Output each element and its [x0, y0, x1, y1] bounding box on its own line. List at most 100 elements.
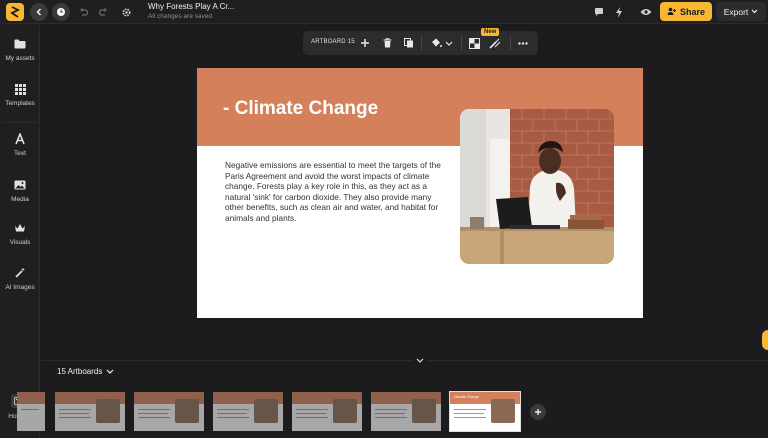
- artboard-thumbnail[interactable]: [213, 392, 283, 431]
- thumb-band: [292, 392, 362, 404]
- thumb-line: [296, 413, 326, 414]
- sidebar-item-label: My assets: [0, 55, 40, 62]
- history-button[interactable]: [52, 3, 70, 21]
- slide-title[interactable]: - Climate Change: [223, 98, 378, 120]
- thumb-photo: [254, 399, 278, 423]
- photo-man-at-laptop: [460, 109, 614, 264]
- sidebar-item-text[interactable]: Text: [0, 132, 40, 157]
- thumb-line: [454, 417, 486, 418]
- thumb-photo: [333, 399, 357, 423]
- delete-trash-icon[interactable]: [380, 36, 394, 50]
- artboards-dropdown[interactable]: 15 Artboards: [57, 367, 114, 376]
- share-label: Share: [680, 7, 705, 17]
- folder-icon: [13, 37, 27, 51]
- artboard-slide[interactable]: - Climate Change Negative emissions are …: [197, 68, 643, 318]
- new-badge: New: [481, 28, 499, 36]
- sidebar-item-my-assets[interactable]: My assets: [0, 37, 40, 62]
- add-artboard-button[interactable]: [530, 404, 546, 420]
- thumb-line: [454, 409, 486, 410]
- thumb-line: [296, 417, 328, 418]
- thumb-line: [138, 417, 170, 418]
- back-button[interactable]: [30, 3, 48, 21]
- save-status: All changes are saved.: [148, 13, 214, 20]
- thumb-title: Climate Change: [454, 395, 479, 399]
- artboard-thumbnail[interactable]: [55, 392, 125, 431]
- chevron-down-icon[interactable]: [442, 36, 456, 50]
- thumb-line: [59, 413, 89, 414]
- sidebar-item-visuals[interactable]: Visuals: [0, 221, 40, 246]
- thumb-photo: [96, 399, 120, 423]
- share-button[interactable]: Share: [660, 2, 712, 21]
- slide-photo[interactable]: [460, 109, 614, 264]
- artboard-thumbnail[interactable]: [17, 392, 45, 431]
- artboard-toolbar: ARTBOARD 15: [303, 31, 538, 55]
- artboard-thumbnail[interactable]: [292, 392, 362, 431]
- slide-body-text[interactable]: Negative emissions are essential to meet…: [225, 160, 447, 223]
- thumb-line: [217, 417, 249, 418]
- redo-icon[interactable]: [95, 3, 113, 21]
- grid-icon: [13, 82, 27, 96]
- sidebar-item-label: Visuals: [0, 239, 40, 246]
- chevron-down-icon: [106, 369, 114, 374]
- sidebar-item-templates[interactable]: Templates: [0, 82, 40, 107]
- duplicate-icon[interactable]: [402, 36, 416, 50]
- left-sidebar: My assets Templates Text Media Visuals A…: [0, 25, 40, 438]
- thumb-line: [375, 409, 407, 410]
- thumb-photo: [412, 399, 436, 423]
- transparency-icon[interactable]: [467, 36, 481, 50]
- thumb-band: [371, 392, 441, 404]
- preview-eye-icon[interactable]: [637, 3, 655, 21]
- thumb-line: [138, 409, 170, 410]
- sidebar-item-label: Templates: [0, 100, 40, 107]
- thumb-band: [134, 392, 204, 404]
- thumb-line: [217, 409, 249, 410]
- thumb-photo: [175, 399, 199, 423]
- lightning-icon[interactable]: [610, 3, 628, 21]
- sidebar-divider: [2, 122, 38, 123]
- artboards-bar: 15 Artboards: [41, 360, 768, 382]
- export-label: Export: [724, 7, 749, 17]
- more-options-icon[interactable]: [516, 36, 530, 50]
- side-panel-toggle[interactable]: [762, 330, 768, 350]
- thumb-line: [454, 413, 484, 414]
- thumb-band: [55, 392, 125, 404]
- thumb-line: [375, 417, 407, 418]
- image-icon: [13, 178, 27, 192]
- toolbar-divider: [461, 36, 462, 50]
- thumb-line: [21, 409, 39, 410]
- sidebar-item-label: Media: [0, 196, 40, 203]
- thumb-line: [375, 413, 405, 414]
- document-title[interactable]: Why Forests Play A Cr...: [148, 2, 234, 11]
- thumb-band: [213, 392, 283, 404]
- thumb-photo: [491, 399, 515, 423]
- text-icon: [13, 132, 27, 146]
- thumb-line: [217, 413, 247, 414]
- sidebar-item-media[interactable]: Media: [0, 178, 40, 203]
- undo-icon[interactable]: [74, 3, 92, 21]
- settings-gear-icon[interactable]: [117, 3, 135, 21]
- sidebar-item-label: AI Images: [0, 284, 40, 291]
- artboard-thumbnail[interactable]: [371, 392, 441, 431]
- artboards-count-label: 15 Artboards: [57, 367, 102, 376]
- add-icon[interactable]: [358, 36, 372, 50]
- thumb-line: [59, 409, 91, 410]
- crown-icon: [13, 221, 27, 235]
- chevron-down-icon: [751, 9, 758, 14]
- artboard-name-label[interactable]: ARTBOARD 15: [311, 39, 355, 45]
- sidebar-item-label: Text: [0, 150, 40, 157]
- add-user-icon: [667, 7, 676, 16]
- fill-bucket-icon[interactable]: [429, 36, 443, 50]
- magic-resize-icon[interactable]: [488, 36, 502, 50]
- artboard-thumbnail-active[interactable]: Climate Change: [450, 392, 520, 431]
- magic-wand-icon: [13, 266, 27, 280]
- export-button[interactable]: Export: [716, 2, 766, 21]
- thumb-line: [59, 417, 91, 418]
- top-bar: Why Forests Play A Cr... All changes are…: [0, 0, 768, 24]
- sidebar-item-ai-images[interactable]: AI Images: [0, 266, 40, 291]
- toolbar-divider: [510, 36, 511, 50]
- collapse-chevron-icon[interactable]: [412, 355, 428, 365]
- app-logo[interactable]: [6, 3, 24, 21]
- thumb-band: [17, 392, 45, 404]
- comment-icon[interactable]: [590, 3, 608, 21]
- artboard-thumbnail[interactable]: [134, 392, 204, 431]
